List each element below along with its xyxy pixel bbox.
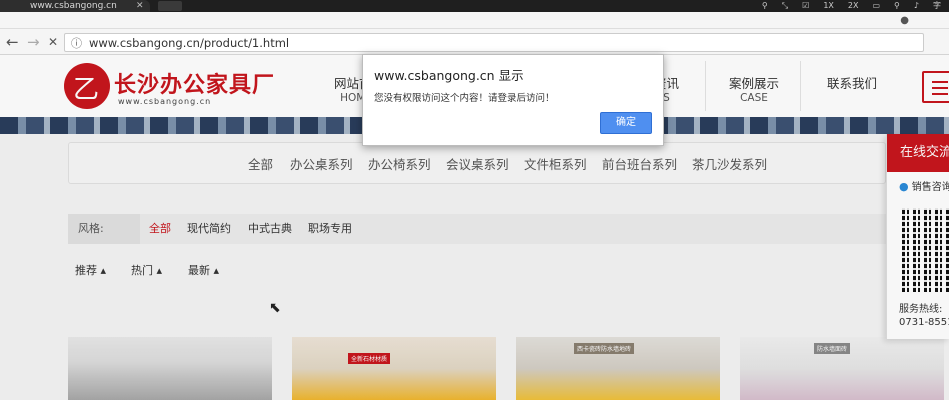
window-icon[interactable]: ▭ [872, 0, 880, 12]
zoom-2x-button[interactable]: 2X [848, 0, 859, 12]
browser-window: www.csbangong.cn ✕ ⚲ ⤡ ☑ 1X 2X ▭ ⚲ ♪ 字 ●… [0, 0, 949, 400]
checkbox-icon[interactable]: ☑ [802, 0, 809, 12]
url-text[interactable]: www.csbangong.cn/product/1.html [89, 35, 289, 51]
zoom-1x-button[interactable]: 1X [823, 0, 834, 12]
address-bar-row: ← → ✕ ⓘ www.csbangong.cn/product/1.html [0, 29, 949, 55]
browser-tab[interactable]: www.csbangong.cn ✕ [0, 0, 150, 12]
pin-icon[interactable]: ⚲ [762, 0, 768, 12]
back-button[interactable]: ← [6, 29, 19, 55]
tab-title: www.csbangong.cn [30, 1, 117, 11]
url-input[interactable]: ⓘ www.csbangong.cn/product/1.html [64, 33, 924, 52]
text-icon[interactable]: 字 [933, 0, 941, 12]
audio-icon[interactable]: ♪ [914, 0, 919, 12]
dialog-message: 您没有权限访问这个内容！请登录后访问！ [374, 93, 555, 104]
new-tab-button[interactable] [158, 1, 182, 11]
profile-icon[interactable]: ● [900, 12, 909, 29]
resize-icon[interactable]: ⤡ [782, 0, 788, 12]
dialog-title: www.csbangong.cn 显示 [374, 68, 524, 83]
stop-reload-button[interactable]: ✕ [48, 29, 58, 55]
info-icon[interactable]: ⓘ [71, 35, 82, 51]
search-icon[interactable]: ⚲ [894, 0, 900, 12]
forward-button[interactable]: → [27, 29, 40, 55]
toolbar: ● [0, 12, 949, 29]
title-bar: www.csbangong.cn ✕ ⚲ ⤡ ☑ 1X 2X ▭ ⚲ ♪ 字 [0, 0, 949, 12]
tab-close-icon[interactable]: ✕ [136, 0, 144, 12]
ok-button[interactable]: 确定 [600, 112, 652, 134]
system-tray: ⚲ ⤡ ☑ 1X 2X ▭ ⚲ ♪ 字 [762, 0, 941, 12]
alert-dialog: www.csbangong.cn 显示 您没有权限访问这个内容！请登录后访问！ … [362, 54, 664, 146]
